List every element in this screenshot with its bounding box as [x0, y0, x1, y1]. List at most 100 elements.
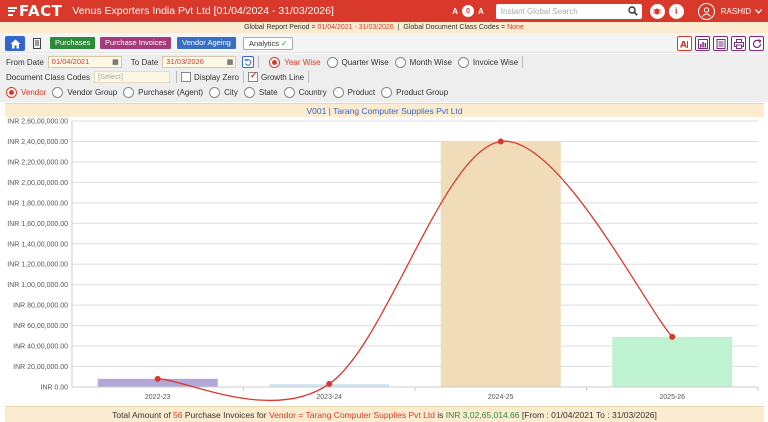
app-logo[interactable]: FACT [8, 2, 62, 20]
label-invoice-wise[interactable]: Invoice Wise [473, 58, 518, 67]
vendor-filter: Vendor = Tarang Computer Supplies Pvt Lt… [268, 410, 435, 420]
global-codes-value[interactable]: None [507, 24, 524, 31]
user-menu[interactable]: RASHID [697, 2, 762, 20]
radio-country[interactable] [283, 86, 295, 98]
print-button[interactable] [731, 36, 746, 51]
radio-invoice-wise[interactable] [457, 56, 469, 68]
growth-line-label[interactable]: Growth Line [261, 73, 304, 82]
display-zero-checkbox[interactable] [181, 72, 192, 82]
filter-panel: From Date 01/04/2021 ▦ To Date 31/03/202… [0, 54, 768, 102]
chevron-down-icon [755, 7, 762, 16]
radio-product-group[interactable] [381, 86, 393, 98]
font-settings-button[interactable]: A [677, 36, 692, 51]
label-year-wise[interactable]: Year Wise [284, 58, 320, 67]
top-bar: FACT Venus Exporters India Pvt Ltd [01/0… [0, 0, 768, 22]
home-icon [10, 39, 20, 48]
x-tick-label: 2023-24 [316, 394, 342, 401]
y-tick-label: INR 80,00,000.00 [13, 303, 68, 310]
y-tick-label: INR 2,60,00,000.00 [7, 119, 68, 126]
to-date-label: To Date [130, 57, 159, 67]
radio-product[interactable] [332, 86, 344, 98]
global-period-value[interactable]: 01/04/2021 - 31/03/2026 [318, 24, 394, 31]
chart-view-button[interactable] [695, 36, 710, 51]
chart-icon [697, 38, 708, 49]
document-icon [33, 38, 41, 49]
refresh-icon [752, 38, 761, 48]
doc-codes-select[interactable]: [Select] [94, 71, 171, 83]
calendar-icon[interactable]: ▦ [112, 58, 119, 68]
font-decrease-button[interactable]: A [452, 7, 458, 16]
label-product-group[interactable]: Product Group [396, 88, 448, 97]
reset-dates-button[interactable] [242, 56, 255, 68]
radio-vendor-group[interactable] [52, 86, 64, 98]
print-icon [733, 38, 744, 49]
y-tick-label: INR 2,20,00,000.00 [7, 159, 68, 166]
home-button[interactable] [5, 36, 25, 51]
x-tick-label: 2025-26 [659, 394, 685, 401]
company-title: Venus Exporters India Pvt Ltd [01/04/202… [72, 5, 334, 17]
bar[interactable] [440, 141, 561, 387]
bug-icon[interactable] [649, 3, 665, 19]
display-zero-label[interactable]: Display Zero [194, 73, 239, 82]
invoice-count: 56 [173, 410, 183, 420]
user-avatar-icon [697, 2, 715, 20]
radio-vendor[interactable] [6, 86, 17, 98]
font-increase-button[interactable]: A [478, 7, 484, 16]
export-icon [716, 38, 725, 49]
y-tick-label: INR 0.00 [40, 385, 68, 392]
label-month-wise[interactable]: Month Wise [410, 58, 452, 67]
radio-purchaser-agent[interactable] [123, 86, 135, 98]
to-date-input[interactable]: 31/03/2026 ▦ [162, 56, 237, 68]
label-state[interactable]: State [259, 88, 278, 97]
radio-quarter-wise[interactable] [326, 56, 338, 68]
label-quarter-wise[interactable]: Quarter Wise [342, 58, 389, 67]
growth-line-checkbox[interactable] [247, 70, 258, 82]
text-format-icon: A [680, 40, 688, 49]
label-product[interactable]: Product [348, 88, 376, 97]
label-country[interactable]: Country [299, 88, 327, 97]
document-button[interactable] [31, 37, 43, 50]
growth-point[interactable] [326, 380, 333, 387]
summary-footer: Total Amount of 56 Purchase Invoices for… [5, 406, 764, 422]
font-reset-button[interactable]: 0 [461, 5, 474, 17]
bar[interactable] [612, 336, 733, 387]
global-search-input[interactable]: Instant Global Search [495, 3, 642, 19]
y-tick-label: INR 60,00,000.00 [13, 323, 68, 330]
calendar-icon[interactable]: ▦ [227, 58, 234, 68]
chart-title: V001 | Tarang Computer Supplies Pvt Ltd [5, 103, 764, 117]
search-icon[interactable] [628, 5, 638, 18]
user-name: RASHID [720, 6, 751, 16]
radio-state[interactable] [243, 86, 255, 98]
label-city[interactable]: City [224, 88, 238, 97]
y-tick-label: INR 1,80,00,000.00 [7, 200, 68, 207]
label-vendor-group[interactable]: Vendor Group [67, 88, 117, 97]
y-tick-label: INR 1,40,00,000.00 [7, 241, 68, 248]
y-tick-label: INR 2,40,00,000.00 [7, 139, 68, 146]
radio-year-wise[interactable] [269, 56, 281, 68]
refresh-button[interactable] [749, 36, 764, 51]
y-tick-label: INR 2,00,00,000.00 [7, 180, 68, 187]
y-tick-label: INR 1,20,00,000.00 [7, 262, 68, 269]
label-purchaser-agent[interactable]: Purchaser (Agent) [138, 88, 203, 97]
tab-purchases[interactable]: Purchases [50, 37, 96, 49]
logo-text: FACT [19, 2, 63, 20]
radio-month-wise[interactable] [394, 56, 406, 68]
total-amount: INR 3,02,65,014.66 [445, 410, 520, 420]
growth-point[interactable] [497, 138, 504, 145]
growth-point[interactable] [154, 375, 161, 382]
info-icon[interactable]: i [668, 3, 684, 19]
tab-purchase-invoices[interactable]: Purchase Invoices [100, 37, 172, 49]
undo-icon [244, 58, 252, 66]
label-vendor[interactable]: Vendor [21, 88, 46, 97]
tab-analytics[interactable]: Analytics ✓ [243, 36, 294, 50]
export-button[interactable] [713, 36, 728, 51]
x-tick-label: 2022-23 [145, 394, 171, 401]
tab-vendor-ageing[interactable]: Vendor Ageing [177, 37, 236, 49]
growth-point[interactable] [669, 333, 676, 340]
radio-city[interactable] [209, 86, 221, 98]
from-date-input[interactable]: 01/04/2021 ▦ [47, 56, 122, 68]
menu-icon [8, 6, 17, 17]
x-tick-label: 2024-25 [488, 394, 514, 401]
purchase-chart: INR 0.00 INR 20,00,000.00 INR 40,00,000.00… [7, 119, 759, 402]
global-period-bar: Global Report Period = 01/04/2021 - 31/0… [0, 22, 768, 33]
